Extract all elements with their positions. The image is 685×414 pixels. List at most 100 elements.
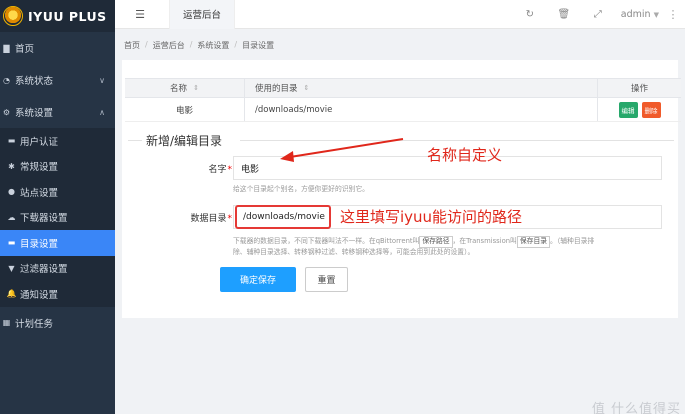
sidebar-item-home[interactable]: ▇ 首页 <box>0 32 115 64</box>
id-card-icon: ▬ <box>7 136 16 146</box>
delete-button[interactable]: 删除 <box>641 101 661 118</box>
filter-icon: ▼ <box>8 263 15 273</box>
breadcrumb-item[interactable]: 首页 <box>124 40 140 51</box>
sidebar: IYUU PLUS ▇ 首页 ◔ 系统状态 ∨ ⚙ 系统设置 ∧ ▬ 用户认证 … <box>0 0 115 414</box>
directory-input-highlight[interactable]: /downloads/movie <box>235 205 331 229</box>
name-label-text: 名字 <box>208 165 227 175</box>
cell-name: 电影 <box>125 98 245 121</box>
breadcrumb: 首页 / 运营后台 / 系统设置 / 目录设置 <box>124 40 274 51</box>
fieldset-border <box>240 140 674 141</box>
gear-icon: ✱ <box>8 161 15 171</box>
sidebar-item-notify-settings[interactable]: 🔔 通知设置 <box>0 281 115 307</box>
sidebar-item-system-settings[interactable]: ⚙ 系统设置 ∧ <box>0 96 115 128</box>
required-mark: * <box>227 214 233 224</box>
breadcrumb-separator: / <box>145 40 148 49</box>
hint-text: 下载器的数据目录，不同下载器叫法不一样。在qBittorrent叫 <box>233 237 420 245</box>
watermark: 值 什么值得买 <box>591 402 681 414</box>
home-icon: ▇ <box>3 43 10 53</box>
bell-icon: 🔔 <box>6 289 17 299</box>
reset-button[interactable]: 重置 <box>305 267 348 292</box>
user-menu[interactable]: admin ▼ <box>621 9 659 20</box>
sort-icon[interactable]: ⇕ <box>193 84 199 92</box>
fullscreen-icon[interactable]: ⤢ <box>581 9 615 20</box>
settings-icon: ⚙ <box>2 107 11 117</box>
sidebar-item-label: 系统状态 <box>15 76 54 87</box>
content-card: 名称 ⇕ 使用的目录 ⇕ 操作 电影 /downloads/movie 编辑 删… <box>122 60 681 318</box>
hint-kbd-save-path: 保存路径 <box>419 236 453 248</box>
sidebar-item-scheduled-tasks[interactable]: ▦ 计划任务 <box>0 307 115 339</box>
hint-text: ，在Transmission叫 <box>452 237 517 245</box>
column-header-directory[interactable]: 使用的目录 ⇕ <box>245 79 598 97</box>
column-label: 名称 <box>170 84 188 94</box>
sidebar-item-label: 过滤器设置 <box>20 264 68 276</box>
user-name: admin <box>620 9 651 20</box>
sidebar-item-label: 系统设置 <box>15 108 54 119</box>
tab-admin-console[interactable]: 运营后台 <box>169 0 236 29</box>
chevron-down-icon: ∨ <box>99 75 105 85</box>
table-header: 名称 ⇕ 使用的目录 ⇕ 操作 <box>125 78 681 98</box>
dashboard-icon: ◔ <box>3 75 10 85</box>
chevron-up-icon: ∧ <box>99 107 105 117</box>
table-row: 电影 /downloads/movie 编辑 删除 <box>125 98 681 122</box>
hint-text: 除、辅种目录选择、转移钢种过滤、转移钢种选择等，可能会用到此处的设置）。 <box>233 247 475 256</box>
directory-hint: 下载器的数据目录，不同下载器叫法不一样。在qBittorrent叫 保存路径 ，在T… <box>233 236 673 257</box>
column-header-actions: 操作 <box>598 79 681 97</box>
folder-icon: ▬ <box>7 238 16 248</box>
sidebar-item-label: 下载器设置 <box>20 213 68 225</box>
sidebar-item-label: 计划任务 <box>15 318 54 330</box>
column-label: 使用的目录 <box>255 84 298 94</box>
sidebar-item-label: 站点设置 <box>20 187 59 199</box>
cell-directory: /downloads/movie <box>245 98 598 121</box>
directory-label-text: 数据目录 <box>190 214 227 224</box>
cloud-download-icon: ☁ <box>7 212 16 222</box>
sidebar-item-directory-settings[interactable]: ▬ 目录设置 <box>0 230 115 256</box>
sort-icon[interactable]: ⇕ <box>304 84 310 92</box>
form-legend: 新增/编辑目录 <box>146 134 223 148</box>
edit-button[interactable]: 编辑 <box>618 101 638 118</box>
trash-icon[interactable]: 🗑 <box>547 9 581 20</box>
brand-name: IYUU PLUS <box>28 8 107 24</box>
column-header-name[interactable]: 名称 ⇕ <box>125 79 245 97</box>
breadcrumb-separator: / <box>189 40 193 49</box>
sidebar-item-label: 首页 <box>15 44 35 55</box>
name-label: 名字* <box>182 162 232 175</box>
sidebar-item-label: 目录设置 <box>20 238 59 250</box>
column-label: 操作 <box>630 84 648 94</box>
sidebar-item-general-settings[interactable]: ✱ 常规设置 <box>0 153 115 179</box>
cell-actions: 编辑 删除 <box>598 98 681 121</box>
annotation-directory: 这里填写iyuu能访问的路径 <box>340 208 523 226</box>
breadcrumb-item[interactable]: 系统设置 <box>197 40 229 51</box>
sidebar-nav: ▇ 首页 ◔ 系统状态 ∨ ⚙ 系统设置 ∧ ▬ 用户认证 ✱ 常规设置 ● 站… <box>0 32 115 339</box>
name-input-value: 电影 <box>241 164 260 175</box>
sidebar-item-label: 用户认证 <box>20 136 59 148</box>
sidebar-item-user-auth[interactable]: ▬ 用户认证 <box>0 128 115 154</box>
hint-kbd-save-dir: 保存目录 <box>516 236 551 248</box>
sidebar-item-label: 常规设置 <box>20 162 59 174</box>
hint-text: 。（辅种目录排 <box>550 237 595 245</box>
sidebar-item-system-status[interactable]: ◔ 系统状态 ∨ <box>0 64 115 96</box>
breadcrumb-item[interactable]: 运营后台 <box>153 40 185 51</box>
calendar-icon: ▦ <box>2 318 11 327</box>
breadcrumb-separator: / <box>234 40 238 49</box>
refresh-icon[interactable]: ↻ <box>513 9 547 20</box>
sidebar-item-label: 通知设置 <box>20 289 59 301</box>
sidebar-item-filter-settings[interactable]: ▼ 过滤器设置 <box>0 255 115 281</box>
breadcrumb-current: 目录设置 <box>242 41 275 50</box>
menu-toggle-icon[interactable]: ☰ <box>125 8 155 21</box>
caret-down-icon: ▼ <box>653 11 659 19</box>
required-mark: * <box>227 165 233 175</box>
top-header: ☰ 运营后台 ↻ 🗑 ⤢ admin ▼ ⋮ <box>115 0 685 29</box>
brand[interactable]: IYUU PLUS <box>0 0 115 32</box>
name-hint: 给这个目录起个别名，方便你更好的识别它。 <box>233 185 369 193</box>
brand-logo-icon <box>3 6 23 26</box>
globe-icon: ● <box>8 187 15 197</box>
save-button[interactable]: 确定保存 <box>220 267 296 292</box>
directory-input-value: /downloads/movie <box>243 212 325 222</box>
more-vertical-icon[interactable]: ⋮ <box>665 8 681 21</box>
fieldset-border <box>128 140 142 141</box>
sidebar-item-site-settings[interactable]: ● 站点设置 <box>0 179 115 205</box>
directory-label: 数据目录* <box>172 211 232 224</box>
sidebar-item-downloader-settings[interactable]: ☁ 下载器设置 <box>0 204 115 230</box>
header-tools: ↻ 🗑 ⤢ admin ▼ ⋮ <box>513 0 685 29</box>
annotation-name: 名称自定义 <box>427 146 503 164</box>
